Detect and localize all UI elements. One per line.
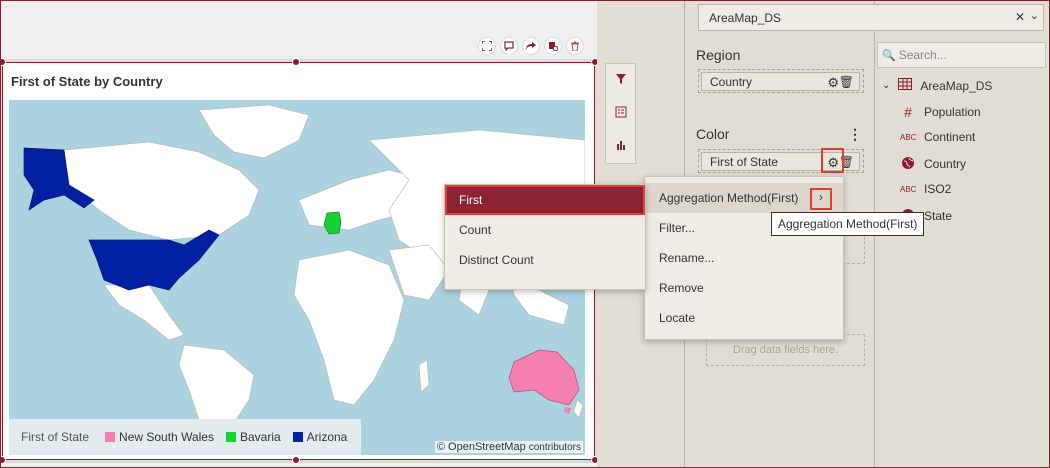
text-type-icon: ABC xyxy=(900,132,917,142)
more-icon[interactable]: ⋮ xyxy=(848,126,862,143)
field-item-continent[interactable]: ABC Continent xyxy=(900,130,975,144)
table-icon xyxy=(898,78,913,93)
field-item-population[interactable]: # Population xyxy=(900,104,981,120)
tree-root[interactable]: ⌄ AreaMap_DS xyxy=(882,78,992,93)
tooltip: Aggregation Method(First) xyxy=(771,212,925,236)
submenu-item-distinct-count[interactable]: Distinct Count xyxy=(445,245,645,275)
legend-item: New South Wales xyxy=(105,430,214,444)
legend-swatch xyxy=(105,432,116,442)
madagascar-shape xyxy=(418,359,430,393)
widget-title: First of State by Country xyxy=(11,74,163,89)
resize-handle[interactable] xyxy=(292,456,300,464)
chevron-down-icon[interactable]: ⌄ xyxy=(1030,9,1039,22)
africa-shape xyxy=(293,249,405,406)
comment-icon[interactable] xyxy=(500,37,518,55)
trash-icon[interactable]: 🗑 xyxy=(839,75,854,89)
search-input[interactable]: 🔍 Search... xyxy=(877,42,1046,68)
properties-icon[interactable] xyxy=(615,106,627,121)
menu-item-locate[interactable]: Locate xyxy=(645,303,843,333)
aggregation-submenu: First Count Distinct Count xyxy=(444,184,646,290)
legend-title: First of State xyxy=(21,430,90,444)
region-well: Country ⚙ 🗑 xyxy=(698,69,864,93)
search-icon: 🔍 xyxy=(882,49,896,62)
menu-item-remove[interactable]: Remove xyxy=(645,273,843,303)
text-type-icon: ABC xyxy=(900,184,917,194)
map-attribution: © OpenStreetMap contributors xyxy=(434,441,583,453)
maximize-icon[interactable] xyxy=(478,37,496,55)
chevron-down-icon[interactable]: ⌄ xyxy=(882,80,890,91)
widget-property-tabs xyxy=(605,63,636,164)
region-field-pill[interactable]: Country ⚙ 🗑 xyxy=(701,72,860,91)
usa-shape xyxy=(88,229,220,291)
datasource-select[interactable]: AreaMap_DS ✕ ⌄ xyxy=(698,4,1044,31)
menu-item-rename[interactable]: Rename... xyxy=(645,243,843,273)
new-zealand-shape xyxy=(573,399,584,419)
chevron-highlight xyxy=(810,188,832,210)
submenu-item-first[interactable]: First xyxy=(445,185,645,215)
greenland-shape xyxy=(198,104,310,159)
chart-icon[interactable] xyxy=(615,139,627,154)
openstreetmap-link[interactable]: OpenStreetMap xyxy=(448,441,526,453)
legend-swatch xyxy=(292,432,303,442)
globe-icon xyxy=(900,156,916,172)
germany-shape xyxy=(323,211,342,235)
legend-item: Bavaria xyxy=(225,430,281,444)
resize-handle[interactable] xyxy=(292,58,300,66)
region-label: Region xyxy=(696,47,741,63)
submenu-item-count[interactable]: Count xyxy=(445,215,645,245)
delete-icon[interactable] xyxy=(566,37,584,55)
canada-shape xyxy=(63,141,260,241)
legend-item: Arizona xyxy=(292,430,347,444)
map-legend: First of State New South Wales Bavaria A… xyxy=(9,419,361,455)
tasmania-shape xyxy=(564,407,571,414)
mexico-shape xyxy=(103,284,185,341)
number-type-icon: # xyxy=(904,104,912,120)
duplicate-icon[interactable] xyxy=(544,37,562,55)
widget-toolbar xyxy=(478,37,584,55)
filter-icon[interactable] xyxy=(615,73,627,88)
australia-shape xyxy=(508,349,580,406)
resize-handle[interactable] xyxy=(0,456,6,464)
gear-icon[interactable]: ⚙ xyxy=(827,75,839,91)
share-icon[interactable] xyxy=(522,37,540,55)
resize-handle[interactable] xyxy=(0,58,6,66)
field-item-iso2[interactable]: ABC ISO2 xyxy=(900,182,951,196)
clear-icon[interactable]: ✕ xyxy=(1015,10,1025,24)
gear-highlight xyxy=(821,148,844,173)
field-item-country[interactable]: Country xyxy=(900,156,966,172)
color-label: Color xyxy=(696,126,730,142)
legend-swatch xyxy=(225,432,236,442)
